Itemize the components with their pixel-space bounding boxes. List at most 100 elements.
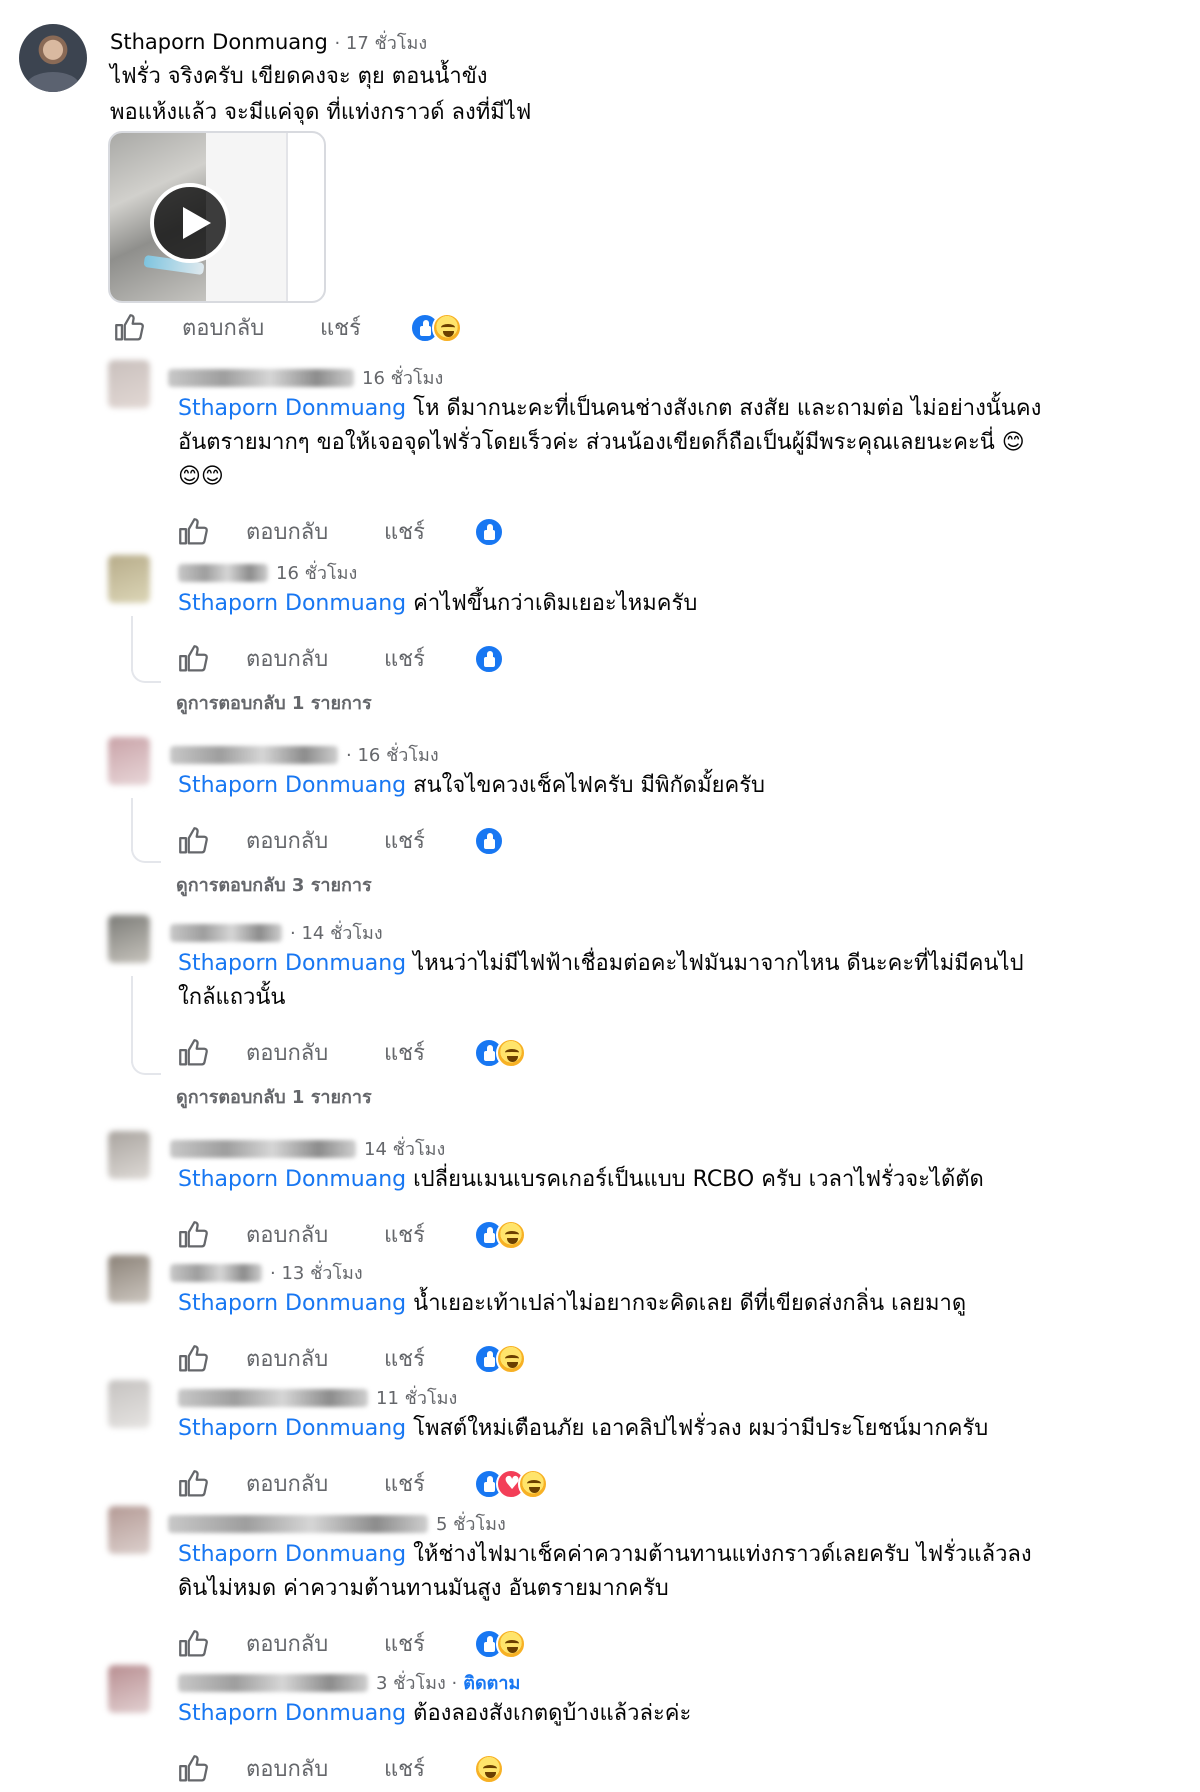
reply-button[interactable]: ตอบกลับ (246, 824, 328, 860)
comment-text-line: Sthaporn Donmuang ต้องลองสังเกตดูบ้างแล้… (178, 1698, 691, 1730)
commenter-avatar[interactable] (108, 1255, 150, 1303)
share-button[interactable]: แชร์ (384, 1467, 425, 1503)
share-button[interactable]: แชร์ (384, 1627, 425, 1663)
commenter-avatar[interactable] (108, 1380, 150, 1428)
commenter-name-redacted[interactable] (170, 1264, 262, 1282)
haha-reaction-icon (474, 1754, 504, 1784)
comment-timestamp[interactable]: 11 ชั่วโมง (376, 1383, 457, 1412)
share-button[interactable]: แชร์ (384, 1752, 425, 1788)
comment-timestamp[interactable]: 16 ชั่วโมง (276, 558, 357, 587)
follow-button[interactable]: ติดตาม (463, 1673, 520, 1694)
commenter-avatar[interactable] (108, 1665, 150, 1713)
share-button[interactable]: แชร์ (384, 1218, 425, 1254)
like-icon[interactable] (176, 1627, 210, 1661)
reply-button[interactable]: ตอบกลับ (246, 1467, 328, 1503)
like-icon[interactable] (176, 1218, 210, 1252)
commenter-avatar[interactable] (108, 1506, 150, 1554)
reaction-summary[interactable] (474, 824, 564, 856)
mention-link[interactable]: Sthaporn Donmuang (178, 1701, 406, 1726)
play-icon[interactable] (150, 183, 230, 263)
mention-link[interactable]: Sthaporn Donmuang (178, 591, 406, 616)
commenter-name-redacted[interactable] (178, 1674, 368, 1692)
like-icon[interactable] (176, 1467, 210, 1501)
share-button[interactable]: แชร์ (320, 311, 361, 347)
reaction-summary[interactable] (410, 311, 470, 343)
mention-link[interactable]: Sthaporn Donmuang (178, 773, 406, 798)
root-author-name[interactable]: Sthaporn Donmuang (110, 30, 328, 54)
comment-text-content: ดินไม่หมด ค่าความต้านทานมันสูง อันตรายมา… (178, 1576, 669, 1601)
mention-link[interactable]: Sthaporn Donmuang (178, 951, 406, 976)
commenter-avatar[interactable] (108, 555, 150, 603)
mention-link[interactable]: Sthaporn Donmuang (178, 1291, 406, 1316)
comment-timestamp[interactable]: 14 ชั่วโมง (364, 1134, 445, 1163)
timestamp-text: · 13 ชั่วโมง (270, 1263, 363, 1284)
comment-actions: ตอบกลับ แชร์ (176, 1467, 556, 1503)
comment-timestamp[interactable]: · 13 ชั่วโมง (270, 1258, 363, 1287)
timestamp-text: · 16 ชั่วโมง (346, 745, 439, 766)
reply-button[interactable]: ตอบกลับ (246, 1752, 328, 1788)
like-icon[interactable] (112, 311, 146, 345)
comment-timestamp[interactable]: · 14 ชั่วโมง (290, 918, 383, 947)
comment-timestamp[interactable]: 3 ชั่วโมง · ติดตาม (376, 1668, 520, 1697)
commenter-name-redacted[interactable] (170, 746, 338, 764)
share-button[interactable]: แชร์ (384, 1342, 425, 1378)
haha-reaction-icon (496, 1344, 526, 1374)
view-replies-link[interactable]: ดูการตอบกลับ 1 รายการ (176, 1082, 372, 1111)
reaction-summary[interactable] (474, 1467, 564, 1499)
timestamp-text: 11 ชั่วโมง (376, 1388, 458, 1409)
comment-actions: ตอบกลับ แชร์ (176, 1627, 556, 1663)
reaction-summary[interactable] (474, 1627, 564, 1659)
commenter-name-redacted[interactable] (178, 1389, 368, 1407)
commenter-name-redacted[interactable] (178, 564, 268, 582)
view-replies-link[interactable]: ดูการตอบกลับ 1 รายการ (176, 688, 372, 717)
like-icon[interactable] (176, 642, 210, 676)
mention-link[interactable]: Sthaporn Donmuang (178, 1416, 406, 1441)
comment-timestamp[interactable]: 5 ชั่วโมง (436, 1509, 506, 1538)
share-button[interactable]: แชร์ (384, 515, 425, 551)
reply-button[interactable]: ตอบกลับ (246, 1342, 328, 1378)
mention-link[interactable]: Sthaporn Donmuang (178, 1542, 406, 1567)
comment-timestamp[interactable]: 16 ชั่วโมง (362, 363, 443, 392)
reply-button[interactable]: ตอบกลับ (182, 311, 264, 347)
video-attachment[interactable] (108, 131, 326, 303)
commenter-name-redacted[interactable] (170, 1140, 356, 1158)
comment-timestamp[interactable]: · 16 ชั่วโมง (346, 740, 439, 769)
comment-actions: ตอบกลับ แชร์ (176, 1036, 556, 1072)
like-icon[interactable] (176, 515, 210, 549)
like-icon[interactable] (176, 1752, 210, 1786)
like-icon[interactable] (176, 1036, 210, 1070)
commenter-avatar[interactable] (108, 360, 150, 408)
reaction-summary[interactable] (474, 1752, 564, 1784)
reply-button[interactable]: ตอบกลับ (246, 642, 328, 678)
commenter-name-redacted[interactable] (168, 1515, 428, 1533)
reaction-summary[interactable] (474, 515, 564, 547)
comment-thread: Sthaporn Donmuang · 17 ชั่วโมง ไฟรั่ว จร… (0, 0, 1200, 1792)
share-button[interactable]: แชร์ (384, 642, 425, 678)
comment-actions: ตอบกลับ แชร์ (176, 824, 556, 860)
comment-text-line: 😊😊 (178, 461, 224, 493)
reaction-summary[interactable] (474, 1218, 564, 1250)
share-button[interactable]: แชร์ (384, 824, 425, 860)
root-author-line: Sthaporn Donmuang · 17 ชั่วโมง (110, 28, 427, 57)
mention-link[interactable]: Sthaporn Donmuang (178, 396, 406, 421)
reaction-summary[interactable] (474, 1342, 564, 1374)
view-replies-link[interactable]: ดูการตอบกลับ 3 รายการ (176, 870, 372, 899)
commenter-name-redacted[interactable] (170, 924, 282, 942)
reply-button[interactable]: ตอบกลับ (246, 1627, 328, 1663)
root-author-avatar[interactable] (19, 24, 87, 92)
commenter-avatar[interactable] (108, 915, 150, 963)
reply-button[interactable]: ตอบกลับ (246, 1218, 328, 1254)
root-timestamp[interactable]: 17 ชั่วโมง (346, 33, 427, 54)
reaction-summary[interactable] (474, 1036, 564, 1068)
commenter-avatar[interactable] (108, 737, 150, 785)
mention-link[interactable]: Sthaporn Donmuang (178, 1167, 406, 1192)
comment-text-line: Sthaporn Donmuang โห ดีมากนะคะที่เป็นคนช… (178, 393, 1041, 425)
reaction-summary[interactable] (474, 642, 564, 674)
commenter-avatar[interactable] (108, 1131, 150, 1179)
share-button[interactable]: แชร์ (384, 1036, 425, 1072)
commenter-name-redacted[interactable] (168, 369, 354, 387)
reply-button[interactable]: ตอบกลับ (246, 515, 328, 551)
reply-button[interactable]: ตอบกลับ (246, 1036, 328, 1072)
like-icon[interactable] (176, 1342, 210, 1376)
like-icon[interactable] (176, 824, 210, 858)
